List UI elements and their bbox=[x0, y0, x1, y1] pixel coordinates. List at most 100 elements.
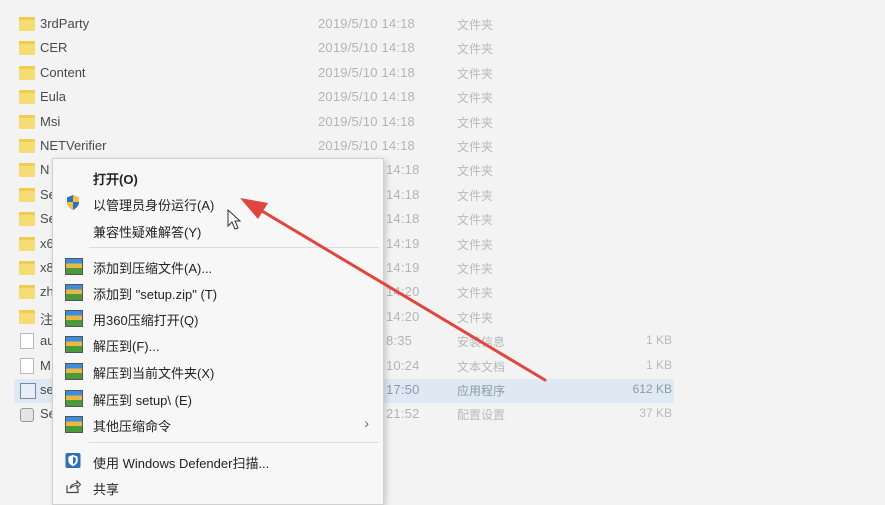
windows-defender-icon bbox=[65, 453, 81, 468]
folder-icon bbox=[19, 261, 35, 275]
file-date: 2019/5/10 14:18 bbox=[318, 65, 415, 80]
folder-icon bbox=[19, 17, 35, 31]
archive-icon bbox=[65, 416, 83, 433]
menu-item-defender-scan[interactable]: 使用 Windows Defender扫描... bbox=[53, 448, 383, 473]
folder-icon bbox=[19, 139, 35, 153]
menu-item-more-compress-label: 其他压缩命令 bbox=[93, 419, 172, 434]
menu-item-run-as-admin[interactable]: 以管理员身份运行(A) bbox=[53, 190, 383, 215]
folder-icon bbox=[19, 188, 35, 202]
folder-icon bbox=[19, 237, 35, 251]
uac-shield-icon bbox=[67, 195, 79, 210]
file-row[interactable]: 3rdParty 2019/5/10 14:18 文件夹 bbox=[0, 13, 885, 37]
file-row[interactable]: NETVerifier 2019/5/10 14:18 文件夹 bbox=[0, 135, 885, 159]
file-size: 1 KB bbox=[645, 333, 672, 347]
menu-item-add-archive[interactable]: 添加到压缩文件(A)... bbox=[53, 253, 383, 278]
menu-item-extract-to[interactable]: 解压到(F)... bbox=[53, 331, 383, 356]
menu-item-open-360[interactable]: 用360压缩打开(Q) bbox=[53, 305, 383, 330]
menu-item-add-archive-label: 添加到压缩文件(A)... bbox=[93, 261, 213, 276]
file-name: Content bbox=[40, 65, 86, 80]
file-size: 612 KB bbox=[632, 382, 672, 396]
file-type: 应用程序 bbox=[457, 384, 506, 398]
file-name: NETVerifier bbox=[40, 138, 107, 153]
menu-item-open-label: 打开(O) bbox=[93, 172, 138, 187]
settings-file-icon bbox=[20, 408, 34, 422]
file-type: 文件夹 bbox=[457, 91, 494, 105]
file-date: 2019/5/10 14:18 bbox=[318, 40, 415, 55]
file-date: 14:18 bbox=[386, 187, 420, 202]
menu-item-compat-troubleshoot[interactable]: 兼容性疑难解答(Y) bbox=[53, 217, 383, 242]
file-icon bbox=[20, 333, 34, 349]
archive-icon bbox=[65, 336, 83, 353]
menu-item-extract-setup-label: 解压到 setup\ (E) bbox=[93, 393, 192, 408]
archive-icon bbox=[65, 310, 83, 327]
file-name: M bbox=[40, 358, 51, 373]
file-type: 文件夹 bbox=[457, 164, 494, 178]
file-type: 文件夹 bbox=[457, 311, 494, 325]
file-date: 2019/5/10 14:18 bbox=[318, 114, 415, 129]
folder-icon bbox=[19, 285, 35, 299]
menu-item-defender-label: 使用 Windows Defender扫描... bbox=[93, 456, 270, 471]
folder-icon bbox=[19, 115, 35, 129]
menu-item-extract-setup[interactable]: 解压到 setup\ (E) bbox=[53, 385, 383, 410]
file-date: 14:20 bbox=[386, 309, 420, 324]
file-name: 3rdParty bbox=[40, 16, 90, 31]
folder-icon bbox=[19, 90, 35, 104]
file-type: 文件夹 bbox=[457, 213, 494, 227]
context-menu: 打开(O) 以管理员身份运行(A) 兼容性疑难解答(Y) 添加到压缩文件(A).… bbox=[52, 158, 384, 505]
menu-item-extract-here-label: 解压到当前文件夹(X) bbox=[93, 366, 215, 381]
menu-item-more-compress[interactable]: 其他压缩命令 › bbox=[53, 411, 383, 436]
file-date: 2019/5/10 14:18 bbox=[318, 89, 415, 104]
folder-icon bbox=[19, 66, 35, 80]
file-type: 文件夹 bbox=[457, 18, 494, 32]
share-icon bbox=[66, 479, 81, 494]
file-row[interactable]: CER 2019/5/10 14:18 文件夹 bbox=[0, 37, 885, 61]
file-date: 14:18 bbox=[386, 211, 420, 226]
archive-icon bbox=[65, 390, 83, 407]
menu-separator bbox=[89, 247, 379, 248]
file-date: 14:18 bbox=[386, 162, 420, 177]
app-icon bbox=[20, 383, 36, 399]
file-type: 文件夹 bbox=[457, 286, 494, 300]
file-type: 文件夹 bbox=[457, 262, 494, 276]
menu-item-add-zip[interactable]: 添加到 "setup.zip" (T) bbox=[53, 279, 383, 304]
archive-icon bbox=[65, 258, 83, 275]
submenu-arrow-icon: › bbox=[364, 415, 369, 431]
file-row[interactable]: Eula 2019/5/10 14:18 文件夹 bbox=[0, 86, 885, 110]
file-type: 文件夹 bbox=[457, 140, 494, 154]
file-date: 17:50 bbox=[386, 382, 420, 397]
file-type: 文件夹 bbox=[457, 67, 494, 81]
menu-item-open[interactable]: 打开(O) bbox=[53, 164, 383, 189]
file-type: 安装信息 bbox=[457, 335, 506, 349]
menu-item-run-as-admin-label: 以管理员身份运行(A) bbox=[93, 198, 215, 213]
folder-icon bbox=[19, 41, 35, 55]
file-name: Msi bbox=[40, 114, 61, 129]
menu-separator bbox=[89, 442, 379, 443]
file-row[interactable]: Content 2019/5/10 14:18 文件夹 bbox=[0, 62, 885, 86]
file-size: 37 KB bbox=[639, 406, 672, 420]
file-type: 文件夹 bbox=[457, 189, 494, 203]
file-date: 2019/5/10 14:18 bbox=[318, 138, 415, 153]
menu-item-share[interactable]: 共享 bbox=[53, 474, 383, 499]
folder-icon bbox=[19, 310, 35, 324]
file-date: 8:35 bbox=[386, 333, 413, 348]
menu-item-open-360-label: 用360压缩打开(Q) bbox=[93, 313, 199, 328]
file-name: CER bbox=[40, 40, 68, 55]
file-date: 21:52 bbox=[386, 406, 420, 421]
file-row[interactable]: Msi 2019/5/10 14:18 文件夹 bbox=[0, 111, 885, 135]
file-icon bbox=[20, 358, 34, 374]
archive-icon bbox=[65, 284, 83, 301]
menu-item-extract-to-label: 解压到(F)... bbox=[93, 339, 160, 354]
file-date: 2019/5/10 14:18 bbox=[318, 16, 415, 31]
file-date: 14:20 bbox=[386, 284, 420, 299]
file-date: 10:24 bbox=[386, 358, 420, 373]
menu-item-compat-label: 兼容性疑难解答(Y) bbox=[93, 225, 202, 240]
menu-item-add-zip-label: 添加到 "setup.zip" (T) bbox=[93, 287, 218, 302]
file-type: 文本文档 bbox=[457, 360, 506, 374]
menu-item-extract-here[interactable]: 解压到当前文件夹(X) bbox=[53, 358, 383, 383]
file-date: 14:19 bbox=[386, 260, 420, 275]
file-type: 文件夹 bbox=[457, 238, 494, 252]
folder-icon bbox=[19, 212, 35, 226]
menu-item-share-label: 共享 bbox=[93, 482, 120, 497]
file-type: 文件夹 bbox=[457, 42, 494, 56]
folder-icon bbox=[19, 163, 35, 177]
